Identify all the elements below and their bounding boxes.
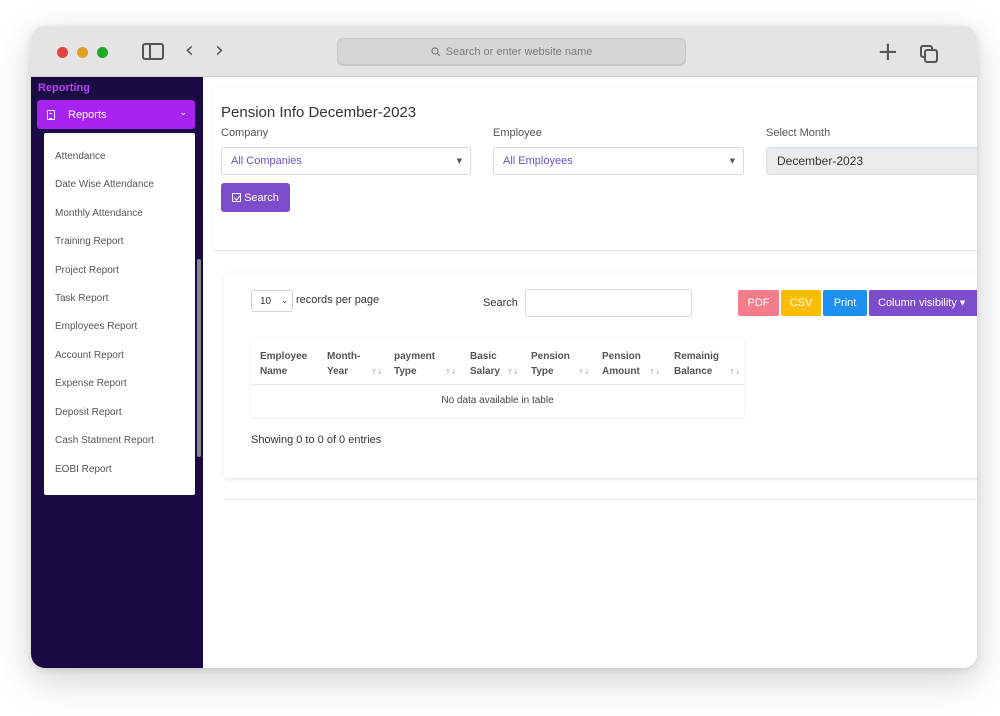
- submenu-item-date-wise-attendance[interactable]: Date Wise Attendance: [55, 179, 154, 190]
- caret-down-icon: ▼: [959, 299, 966, 307]
- tab-overview-icon[interactable]: [920, 45, 938, 63]
- search-button[interactable]: Search: [221, 183, 290, 212]
- search-icon: [431, 47, 441, 57]
- sidebar-section-heading: Reporting: [38, 82, 90, 94]
- column-header-month-year[interactable]: Month- Year ↑↓: [327, 349, 383, 379]
- column-header-line: Type: [394, 366, 417, 377]
- browser-toolbar: ‹ › Search or enter website name +: [31, 26, 977, 77]
- submenu-item-training-report[interactable]: Training Report: [55, 236, 124, 247]
- new-tab-plus-icon[interactable]: +: [877, 39, 899, 65]
- submenu-item-attendance[interactable]: Attendance: [55, 151, 106, 162]
- pdf-button-label: PDF: [747, 297, 770, 309]
- company-label: Company: [221, 127, 269, 139]
- submenu-item-cash-statement-report[interactable]: Cash Statment Report: [55, 435, 154, 446]
- records-per-page-label: records per page: [296, 294, 380, 306]
- sidebar-toggle-icon[interactable]: [142, 43, 164, 60]
- data-table: Employee Name Month- Year ↑↓ payment Typ…: [251, 338, 744, 417]
- column-header-line: Basic: [470, 351, 497, 362]
- search-button-label: Search: [244, 191, 279, 204]
- browser-window: ‹ › Search or enter website name + Repor…: [31, 26, 977, 668]
- sort-icon: ↑↓: [578, 368, 590, 376]
- sort-icon: ↑↓: [649, 368, 661, 376]
- column-header-employee-name[interactable]: Employee Name: [260, 349, 307, 379]
- column-header-line: Year: [327, 366, 349, 377]
- csv-button-label: CSV: [789, 297, 813, 309]
- sort-icon: ↑↓: [371, 368, 383, 376]
- column-header-line: Pension: [602, 351, 641, 362]
- column-header-line: Remainig: [674, 351, 720, 362]
- submenu-item-employees-report[interactable]: Employees Report: [55, 321, 137, 332]
- document-icon: [47, 109, 55, 120]
- caret-down-icon: ▼: [456, 157, 462, 165]
- maximize-window-button[interactable]: [97, 47, 108, 58]
- print-button[interactable]: Print: [823, 290, 867, 316]
- column-header-line: Pension: [531, 351, 570, 362]
- submenu-item-monthly-attendance[interactable]: Monthly Attendance: [55, 208, 143, 219]
- column-header-line: Name: [260, 366, 288, 377]
- column-visibility-button[interactable]: Column visibility ▼: [869, 290, 977, 316]
- column-header-line: Employee: [260, 351, 308, 362]
- submenu-item-project-report[interactable]: Project Report: [55, 265, 119, 276]
- table-search-label: Search: [483, 297, 518, 309]
- minimize-window-button[interactable]: [77, 47, 88, 58]
- page-length-select[interactable]: 10 ⌄: [251, 290, 293, 312]
- column-header-remaining-balance[interactable]: Remainig Balance ↑↓: [674, 349, 741, 379]
- table-card: 10 ⌄ records per page Search PDF CSV Pri…: [224, 273, 977, 479]
- main-content: Pension Info December-2023 Company All C…: [203, 77, 977, 668]
- column-header-line: Type: [531, 366, 554, 377]
- month-input[interactable]: December-2023: [766, 147, 977, 175]
- page-title: Pension Info December-2023: [221, 104, 417, 121]
- sidebar: Reporting Reports ⌄ Attendance Date Wise…: [31, 77, 203, 668]
- sidebar-item-reports[interactable]: Reports ⌄: [37, 100, 195, 129]
- pdf-button[interactable]: PDF: [738, 290, 779, 316]
- employee-label: Employee: [493, 127, 542, 139]
- sidebar-scrollbar[interactable]: [197, 259, 201, 457]
- column-visibility-label: Column visibility: [878, 297, 957, 309]
- divider: [224, 499, 977, 500]
- submenu-item-task-report[interactable]: Task Report: [55, 293, 108, 304]
- company-select[interactable]: All Companies ▼: [221, 147, 471, 175]
- column-header-basic-salary[interactable]: Basic Salary ↑↓: [470, 349, 519, 379]
- column-header-line: Salary: [470, 366, 501, 377]
- table-info: Showing 0 to 0 of 0 entries: [251, 434, 382, 446]
- column-header-line: payment: [394, 351, 436, 362]
- filter-card: Pension Info December-2023 Company All C…: [213, 88, 977, 251]
- employee-select-value: All Employees: [503, 155, 573, 167]
- print-button-label: Print: [833, 297, 857, 309]
- caret-down-icon: ▼: [729, 157, 735, 165]
- submenu-item-deposit-report[interactable]: Deposit Report: [55, 407, 122, 418]
- close-window-button[interactable]: [57, 47, 68, 58]
- column-header-line: Month-: [327, 351, 361, 362]
- sort-icon: ↑↓: [445, 368, 457, 376]
- table-empty-message: No data available in table: [441, 395, 554, 406]
- submenu-item-expense-report[interactable]: Expense Report: [55, 378, 127, 389]
- csv-button[interactable]: CSV: [781, 290, 821, 316]
- employee-select[interactable]: All Employees ▼: [493, 147, 744, 175]
- sort-icon: ↑↓: [507, 368, 519, 376]
- column-header-pension-amount[interactable]: Pension Amount ↑↓: [602, 349, 661, 379]
- address-bar[interactable]: Search or enter website name: [337, 38, 686, 66]
- table-header-divider: [251, 384, 744, 385]
- submenu-item-account-report[interactable]: Account Report: [55, 350, 124, 361]
- table-search-input[interactable]: [525, 289, 692, 317]
- page-length-value: 10: [260, 295, 272, 307]
- caret-down-icon: ⌄: [281, 296, 288, 305]
- company-select-value: All Companies: [231, 155, 302, 167]
- forward-arrow-icon[interactable]: ›: [215, 38, 224, 63]
- column-header-line: Amount: [602, 366, 640, 377]
- sort-icon: ↑↓: [729, 368, 741, 376]
- column-header-line: Balance: [674, 366, 713, 377]
- sidebar-item-label: Reports: [68, 108, 107, 121]
- month-input-value: December-2023: [777, 154, 864, 168]
- column-header-payment-type[interactable]: payment Type ↑↓: [394, 349, 457, 379]
- check-square-icon: [232, 193, 242, 202]
- submenu-item-eobi-report[interactable]: EOBI Report: [55, 464, 112, 475]
- reports-submenu: Attendance Date Wise Attendance Monthly …: [44, 133, 195, 495]
- address-bar-placeholder: Search or enter website name: [445, 46, 593, 58]
- column-header-pension-type[interactable]: Pension Type ↑↓: [531, 349, 590, 379]
- chevron-down-icon: ⌄: [179, 108, 187, 118]
- month-label: Select Month: [766, 127, 831, 139]
- back-arrow-icon[interactable]: ‹: [185, 38, 194, 63]
